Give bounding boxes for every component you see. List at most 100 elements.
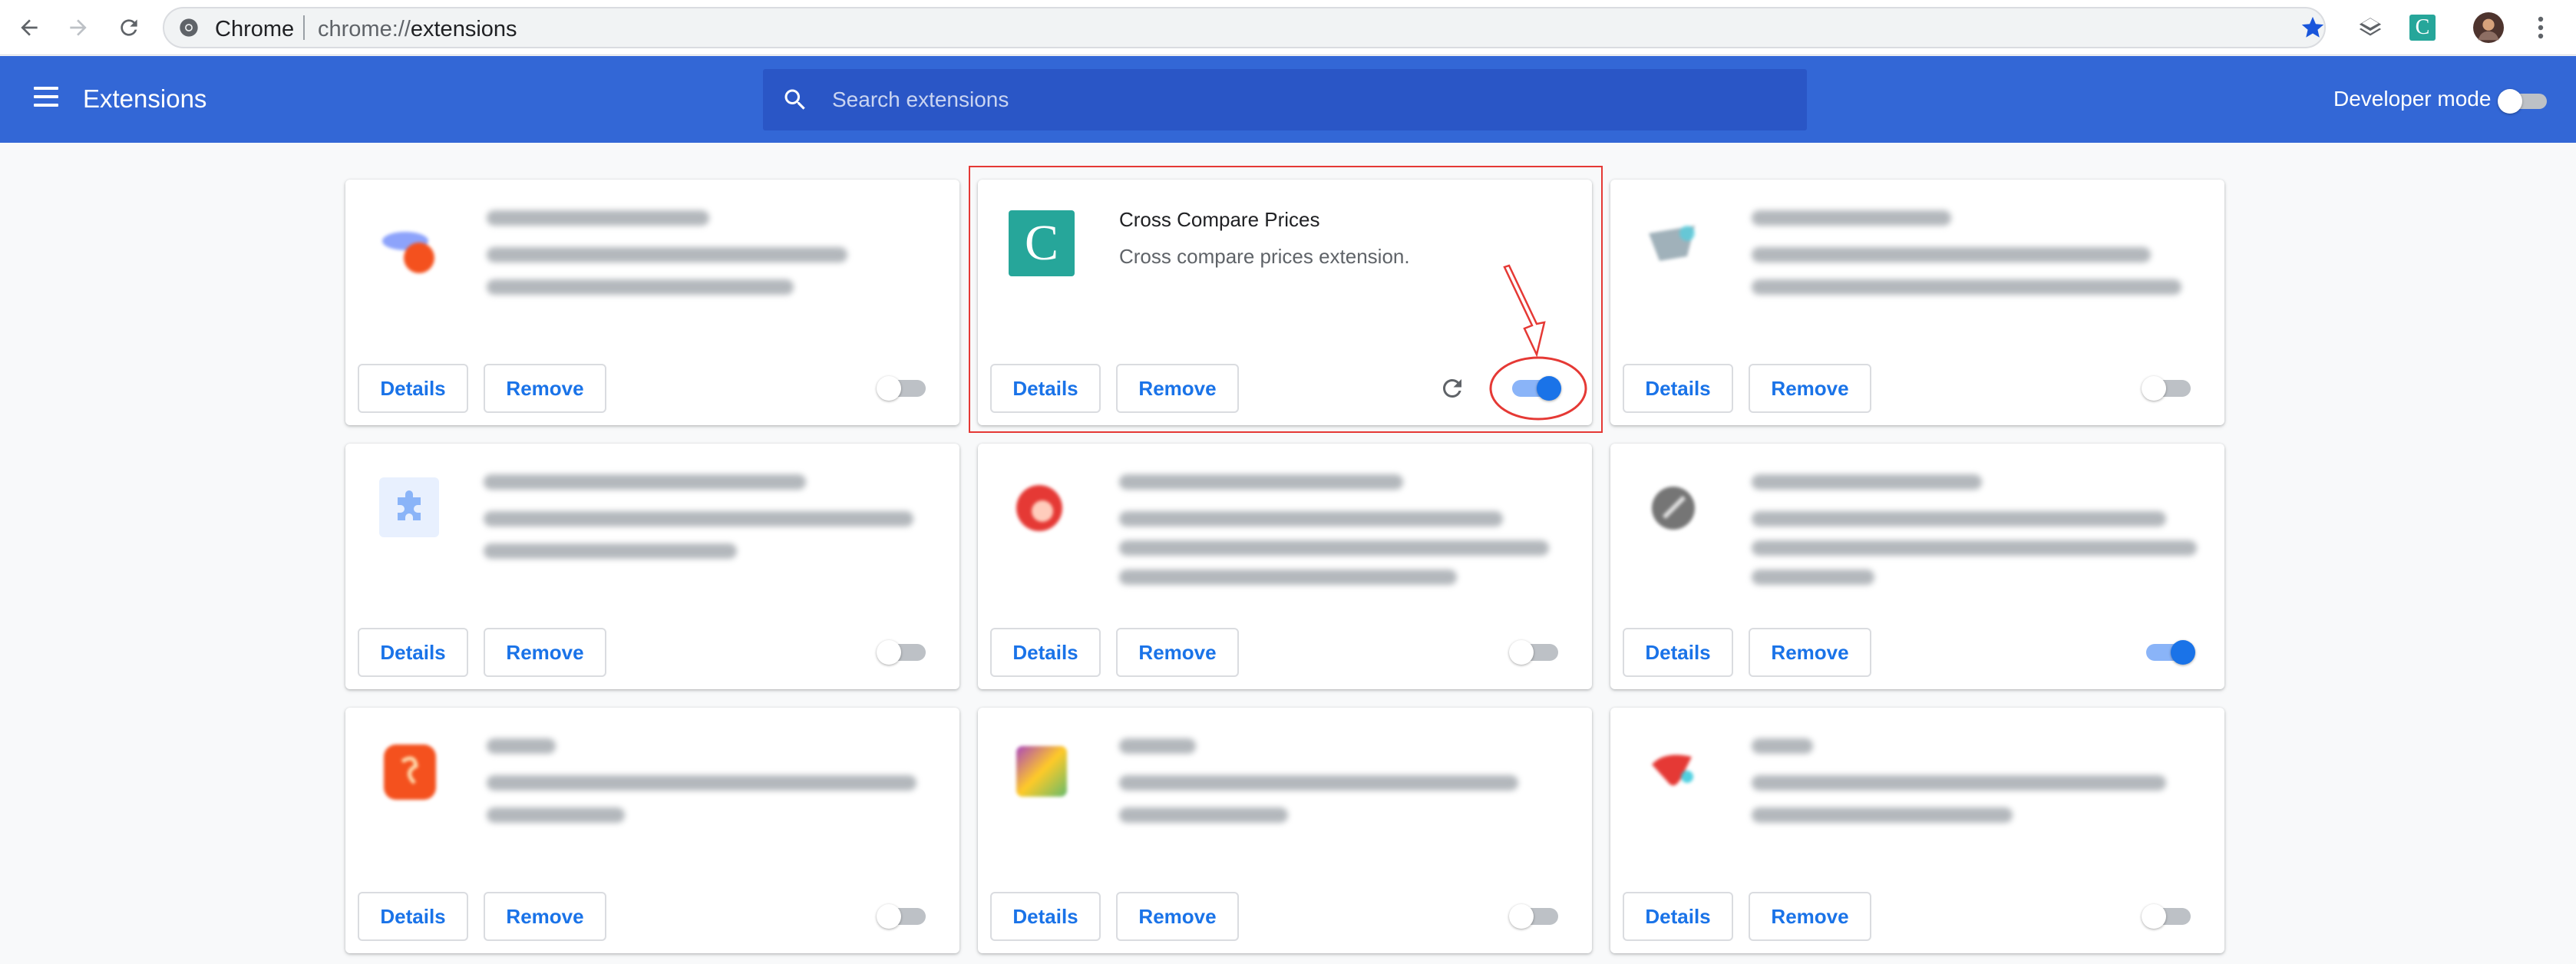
blurred-name [1752, 210, 1951, 226]
enable-toggle[interactable] [2142, 639, 2195, 666]
enable-toggle[interactable] [1509, 639, 1563, 666]
extension-card: Details Remove [345, 708, 959, 953]
remove-button[interactable]: Remove [484, 892, 606, 941]
remove-button[interactable]: Remove [1116, 892, 1239, 941]
toggle-knob [2498, 89, 2522, 114]
cross-compare-icon: C [1009, 210, 1075, 276]
extension-card: Details Remove [345, 444, 959, 689]
blurred-description [484, 543, 737, 559]
puzzle-piece-icon [379, 477, 439, 537]
extension-card: Details Remove [1610, 708, 2224, 953]
enable-toggle[interactable] [877, 903, 930, 930]
blurred-description [1752, 540, 2197, 556]
url-text: chrome://extensions [318, 18, 517, 41]
blurred-description [487, 807, 625, 823]
remove-button[interactable]: Remove [1116, 628, 1239, 677]
c-letter-badge: C [2409, 15, 2436, 41]
toggle-knob [2142, 376, 2166, 401]
search-icon [784, 89, 805, 110]
enable-toggle[interactable] [877, 375, 930, 402]
chrome-menu-button[interactable] [2525, 12, 2556, 43]
remove-button[interactable]: Remove [1749, 892, 1871, 941]
developer-mode-toggle[interactable] [2498, 89, 2551, 114]
blurred-description [1752, 279, 2181, 295]
reload-icon [121, 19, 137, 36]
remove-button[interactable]: Remove [1749, 364, 1871, 413]
developer-mode-label: Developer mode [2333, 87, 2492, 111]
details-button[interactable]: Details [1623, 364, 1733, 413]
blurred-name [487, 738, 556, 754]
blurred-description [487, 279, 794, 295]
blurred-description [1119, 511, 1503, 527]
toggle-knob [877, 376, 901, 401]
blurred-name [1119, 474, 1403, 490]
extension-card: Details Remove [978, 444, 1592, 689]
blurred-description [487, 247, 847, 262]
blurred-description [1752, 247, 2151, 262]
extension-icon [1649, 226, 1695, 261]
details-button[interactable]: Details [990, 628, 1101, 677]
address-bar[interactable]: Chrome chrome://extensions [163, 7, 2326, 48]
blurred-description [1752, 511, 2166, 527]
details-button[interactable]: Details [358, 364, 468, 413]
details-button[interactable]: Details [990, 892, 1101, 941]
extension-card: Details Remove [1610, 180, 2224, 425]
blurred-description [487, 775, 916, 791]
details-button[interactable]: Details [358, 628, 468, 677]
blurred-name [487, 210, 709, 226]
browser-toolbar: Chrome chrome://extensions C [0, 0, 2576, 55]
layers-extension-icon[interactable] [2355, 12, 2386, 43]
reload-button[interactable] [112, 11, 146, 45]
details-button[interactable]: Details [1623, 628, 1733, 677]
enable-toggle[interactable] [1509, 903, 1563, 930]
remove-button[interactable]: Remove [1116, 364, 1239, 413]
enable-toggle[interactable] [1508, 375, 1561, 402]
blurred-name [1119, 738, 1196, 754]
details-button[interactable]: Details [358, 892, 468, 941]
extension-icon [384, 744, 436, 800]
chrome-logo-icon [180, 18, 198, 37]
blurred-description [1752, 569, 1874, 585]
extension-icon [1652, 487, 1695, 530]
blurred-description [1119, 569, 1457, 585]
extension-icon [382, 232, 434, 273]
profile-avatar[interactable] [2473, 12, 2504, 43]
blurred-description [1119, 775, 1518, 791]
blurred-name [1752, 474, 1982, 490]
extension-card: Details Remove [1610, 444, 2224, 689]
extension-icon [1652, 754, 1693, 786]
blurred-name [1752, 738, 1813, 754]
extension-card: Details Remove [345, 180, 959, 425]
enable-toggle[interactable] [2142, 375, 2195, 402]
toggle-knob [1509, 640, 1534, 665]
remove-button[interactable]: Remove [1749, 628, 1871, 677]
kebab-menu-icon [2538, 16, 2544, 39]
cross-compare-toolbar-icon[interactable]: C [2407, 12, 2438, 43]
details-button[interactable]: Details [990, 364, 1101, 413]
extension-icon [1016, 746, 1067, 797]
search-input[interactable] [832, 80, 1784, 120]
remove-button[interactable]: Remove [484, 364, 606, 413]
blurred-description [1752, 775, 2166, 791]
extension-icon [1016, 485, 1062, 531]
extension-card: Details Remove [978, 708, 1592, 953]
site-label: Chrome [215, 17, 295, 41]
toggle-knob [2142, 904, 2166, 929]
blurred-description [1119, 540, 1549, 556]
bookmark-star-icon[interactable] [2300, 15, 2326, 41]
blurred-description [1119, 807, 1288, 823]
page-title: Extensions [83, 84, 207, 113]
enable-toggle[interactable] [877, 639, 930, 666]
toggle-knob [1537, 376, 1561, 401]
details-button[interactable]: Details [1623, 892, 1733, 941]
blurred-description [1752, 807, 2013, 823]
reload-extension-icon[interactable] [1438, 375, 1466, 402]
hamburger-menu-icon[interactable] [34, 87, 61, 111]
forward-button[interactable] [61, 11, 95, 45]
address-separator [303, 15, 305, 40]
toggle-knob [2171, 640, 2195, 665]
remove-button[interactable]: Remove [484, 628, 606, 677]
search-box[interactable] [763, 69, 1807, 130]
back-button[interactable] [12, 11, 46, 45]
enable-toggle[interactable] [2142, 903, 2195, 930]
